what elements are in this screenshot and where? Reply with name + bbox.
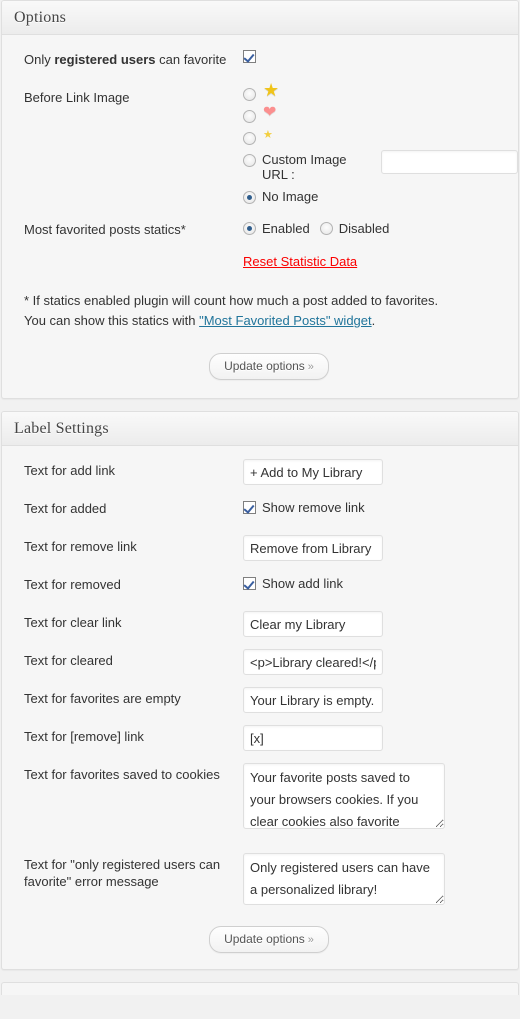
row-registered-users: Only registered users can favorite <box>2 35 518 79</box>
text-remove-link-input[interactable] <box>243 535 383 561</box>
registered-users-label: Only registered users can favorite <box>24 41 243 68</box>
text-remove-bracket-link-input[interactable] <box>243 725 383 751</box>
statics-note-line2-post: . <box>371 313 376 328</box>
star-small-icon: ★ <box>263 129 273 141</box>
text-favorites-empty-control <box>243 680 518 713</box>
no-image-label: No Image <box>262 189 319 204</box>
row-before-link-image: Before Link Image ★ ❤ ★ Custom Image URL… <box>2 79 518 212</box>
radio-line-custom-url[interactable]: Custom Image URL : <box>243 150 518 182</box>
show-remove-link-label: Show remove link <box>262 500 365 515</box>
text-error-message-textarea[interactable]: Only registered users can have a persona… <box>243 853 445 905</box>
text-added-control: Show remove link <box>243 490 518 515</box>
radio-line-star-small[interactable]: ★ <box>243 129 518 145</box>
text-remove-link-control <box>243 528 518 561</box>
label-update-button-label: Update options <box>224 932 305 946</box>
text-remove-bracket-link-label: Text for [remove] link <box>24 729 144 744</box>
row-statics: Most favorited posts statics* Enabled Di… <box>2 212 518 248</box>
radio-no-image[interactable] <box>243 191 256 204</box>
statics-note-line2: You can show this statics with "Most Fav… <box>24 311 496 331</box>
radio-line-no-image[interactable]: No Image <box>243 189 518 204</box>
label-settings-panel: Label Settings Text for add link Text fo… <box>1 411 519 970</box>
text-remove-link-label: Text for remove link <box>24 539 137 554</box>
text-clear-link-control <box>243 604 518 637</box>
registered-users-label-post: can favorite <box>155 52 227 67</box>
radio-statics-disabled[interactable] <box>319 222 333 235</box>
registered-users-checkbox[interactable] <box>243 50 256 63</box>
radio-line-star-large[interactable]: ★ <box>243 80 518 101</box>
heart-icon: ❤ <box>263 104 277 121</box>
options-update-button-label: Update options <box>224 359 305 373</box>
text-cookies-label: Text for favorites saved to cookies <box>24 767 220 782</box>
most-favorited-posts-widget-link[interactable]: "Most Favorited Posts" widget <box>199 313 372 328</box>
row-text-remove-bracket-link: Text for [remove] link <box>2 718 518 756</box>
text-removed-control: Show add link <box>243 566 518 591</box>
row-text-add-link: Text for add link <box>2 446 518 490</box>
options-panel: Options Only registered users can favori… <box>1 0 519 399</box>
radio-statics-enabled[interactable] <box>243 222 256 235</box>
row-text-cookies: Text for favorites saved to cookies Your… <box>2 756 518 846</box>
text-cleared-control <box>243 642 518 675</box>
text-clear-link-input[interactable] <box>243 611 383 637</box>
radio-heart[interactable] <box>243 110 256 123</box>
star-icon: ★ <box>263 80 280 100</box>
row-text-remove-link: Text for remove link <box>2 528 518 566</box>
row-text-removed: Text for removed Show add link <box>2 566 518 604</box>
text-add-link-label: Text for add link <box>24 463 116 478</box>
statics-label: Most favorited posts statics* <box>24 222 186 237</box>
next-panel-stub <box>1 982 519 995</box>
row-text-favorites-empty: Text for favorites are empty <box>2 680 518 718</box>
statics-note-line1: * If statics enabled plugin will count h… <box>24 293 439 308</box>
text-add-link-control <box>243 452 518 485</box>
radio-line-heart[interactable]: ❤ <box>243 104 518 123</box>
text-favorites-empty-input[interactable] <box>243 687 383 713</box>
row-text-cleared: Text for cleared <box>2 642 518 680</box>
text-error-message-label: Text for "only registered users can favo… <box>24 857 221 889</box>
text-favorites-empty-label: Text for favorites are empty <box>24 691 181 706</box>
text-cookies-textarea[interactable]: Your favorite posts saved to your browse… <box>243 763 445 829</box>
label-settings-panel-body: Text for add link Text for added Show re… <box>2 446 518 969</box>
registered-users-label-pre: Only <box>24 52 55 67</box>
before-link-image-control: ★ ❤ ★ Custom Image URL : No Image <box>243 79 518 204</box>
text-added-label: Text for added <box>24 501 107 516</box>
radio-custom-url[interactable] <box>243 154 256 167</box>
options-panel-title: Options <box>2 1 518 35</box>
registered-users-control <box>243 41 518 63</box>
show-add-link-checkbox[interactable] <box>243 577 256 590</box>
text-removed-label: Text for removed <box>24 577 121 592</box>
show-add-link-label: Show add link <box>262 576 343 591</box>
custom-image-url-input[interactable] <box>381 150 518 174</box>
options-submit-wrap: Update options» <box>2 335 518 398</box>
text-remove-bracket-link-control <box>243 718 518 751</box>
before-link-image-label: Before Link Image <box>24 90 130 105</box>
custom-url-label: Custom Image URL : <box>262 152 347 182</box>
statics-note-line2-pre: You can show this statics with <box>24 313 200 328</box>
statics-control: Enabled Disabled <box>243 218 518 236</box>
row-text-error-message: Text for "only registered users can favo… <box>2 846 518 920</box>
text-add-link-input[interactable] <box>243 459 383 485</box>
chevron-right-icon: » <box>307 934 314 946</box>
text-error-message-control: Only registered users can have a persona… <box>243 846 518 905</box>
label-submit-wrap: Update options» <box>2 920 518 969</box>
row-text-clear-link: Text for clear link <box>2 604 518 642</box>
radio-star-large[interactable] <box>243 88 256 101</box>
reset-statistic-wrap: Reset Statistic Data <box>2 248 518 269</box>
statics-disabled-label: Disabled <box>338 221 390 236</box>
options-panel-body: Only registered users can favorite Befor… <box>2 35 518 398</box>
text-cookies-control: Your favorite posts saved to your browse… <box>243 756 518 829</box>
options-update-button[interactable]: Update options» <box>209 353 329 380</box>
settings-page: Options Only registered users can favori… <box>0 0 520 995</box>
row-text-added: Text for added Show remove link <box>2 490 518 528</box>
statics-enabled-label: Enabled <box>262 221 310 236</box>
radio-star-small[interactable] <box>243 132 256 145</box>
text-clear-link-label: Text for clear link <box>24 615 122 630</box>
text-cleared-label: Text for cleared <box>24 653 113 668</box>
statics-note: * If statics enabled plugin will count h… <box>2 269 518 335</box>
show-remove-link-checkbox[interactable] <box>243 501 256 514</box>
text-cleared-input[interactable] <box>243 649 383 675</box>
reset-statistic-data-link[interactable]: Reset Statistic Data <box>243 254 357 269</box>
label-update-button[interactable]: Update options» <box>209 926 329 953</box>
registered-users-label-bold: registered users <box>54 52 156 67</box>
chevron-right-icon: » <box>307 361 314 373</box>
label-settings-panel-title: Label Settings <box>2 412 518 446</box>
